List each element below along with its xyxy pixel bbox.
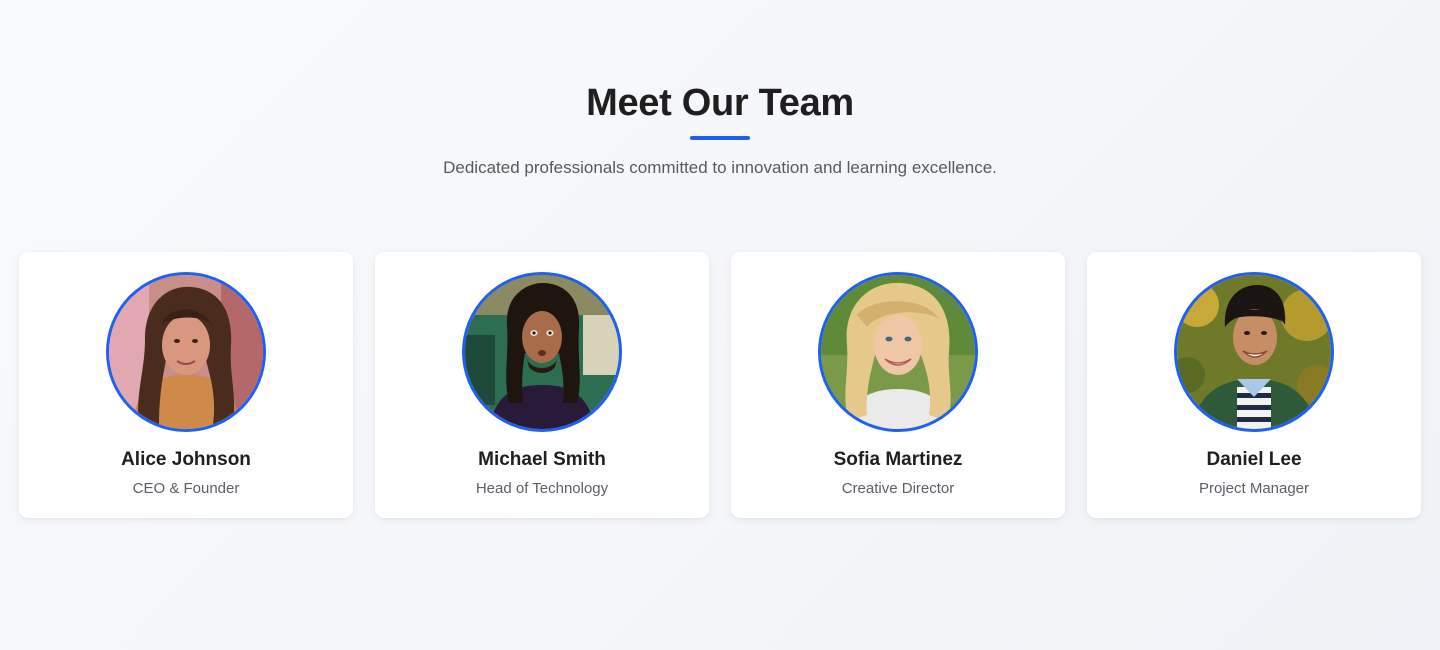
avatar-photo: [1174, 272, 1334, 432]
avatar-photo: [462, 272, 622, 432]
avatar-photo: [106, 272, 266, 432]
team-section: Meet Our Team Dedicated professionals co…: [0, 0, 1440, 650]
team-card: Michael Smith Head of Technology: [375, 252, 709, 518]
member-name: Sofia Martinez: [833, 449, 963, 470]
member-role: Creative Director: [841, 480, 955, 497]
member-role: Head of Technology: [475, 480, 609, 497]
team-card: Alice Johnson CEO & Founder: [19, 252, 353, 518]
title-underline: [690, 136, 750, 140]
avatar-photo: [818, 272, 978, 432]
member-role: Project Manager: [1198, 480, 1310, 497]
section-subtitle: Dedicated professionals committed to inn…: [443, 158, 997, 177]
section-title: Meet Our Team: [586, 82, 854, 124]
team-card: Daniel Lee Project Manager: [1087, 252, 1421, 518]
member-name: Daniel Lee: [1206, 449, 1302, 470]
member-name: Alice Johnson: [121, 449, 251, 470]
team-cards: Alice Johnson CEO & Founder Michael Smit…: [19, 252, 1421, 518]
member-name: Michael Smith: [478, 449, 606, 470]
team-card: Sofia Martinez Creative Director: [731, 252, 1065, 518]
member-role: CEO & Founder: [132, 480, 240, 497]
